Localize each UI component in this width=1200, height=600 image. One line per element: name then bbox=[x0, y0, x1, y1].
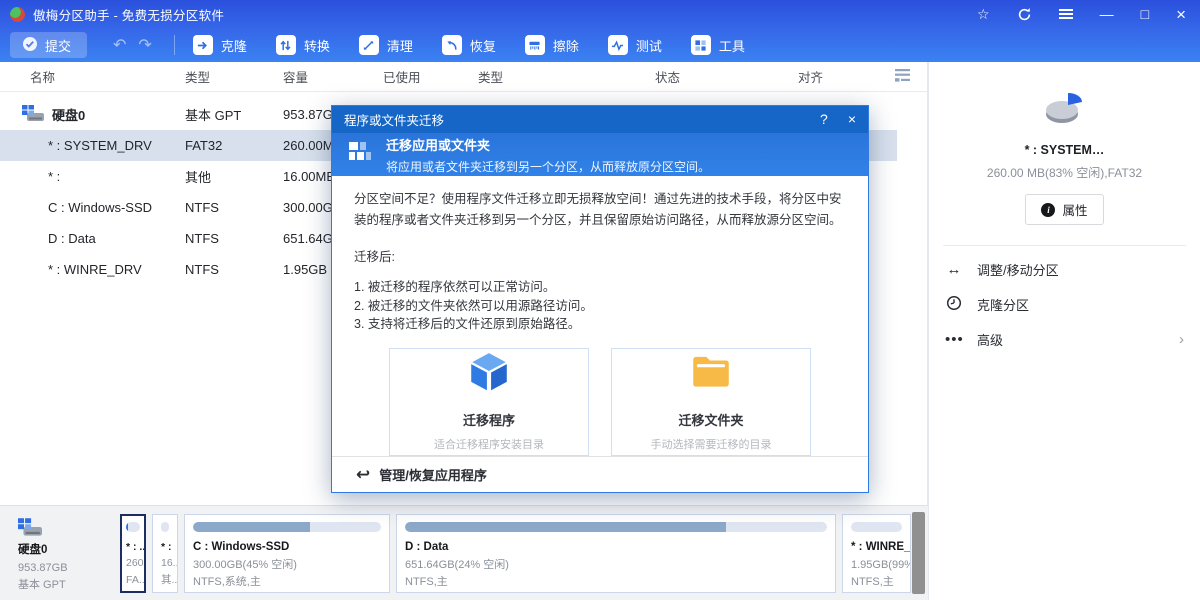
info-icon: i bbox=[1041, 203, 1055, 217]
dialog-header-subtitle: 将应用或者文件夹迁移到另一个分区，从而释放原分区空间。 bbox=[386, 158, 710, 175]
resize-move-icon: ↔ bbox=[945, 261, 963, 278]
manage-restore-apps-link[interactable]: 管理/恢复应用程序 bbox=[379, 465, 487, 484]
favorite-star-icon[interactable]: ☆ bbox=[977, 7, 990, 21]
list-view-icon[interactable] bbox=[895, 69, 910, 85]
dialog-help-button[interactable]: ? bbox=[820, 111, 828, 127]
app-window: 傲梅分区助手 - 免费无损分区软件 ☆ — □ × 提交 ↶ ↷ bbox=[0, 0, 1200, 600]
app-migration-dialog: 程序或文件夹迁移 ? × 迁移应用或文件夹 将应用或者文件夹迁移到另一个分区，从… bbox=[331, 105, 869, 493]
disk-map-partition-d[interactable]: D : Data 651.64GB(24% 空闲) NTFS,主 bbox=[396, 514, 836, 593]
app-title: 傲梅分区助手 - 免费无损分区软件 bbox=[33, 5, 224, 24]
chevron-right-icon: › bbox=[1179, 331, 1184, 348]
header-name[interactable]: 名称 bbox=[0, 67, 185, 86]
disk-map-partition-reserved[interactable]: * : 16... 其... bbox=[152, 514, 178, 593]
header-type2[interactable]: 类型 bbox=[478, 67, 655, 86]
toolbar-item-tools[interactable]: 工具 bbox=[691, 35, 745, 55]
dialog-footer: ↩ 管理/恢复应用程序 bbox=[332, 456, 868, 492]
dialog-title: 程序或文件夹迁移 bbox=[344, 110, 444, 129]
toolbar: 提交 ↶ ↷ 克隆 转换 清理 bbox=[0, 28, 1200, 62]
undo-icon[interactable]: ↶ bbox=[113, 35, 126, 55]
back-arrow-icon: ↩ bbox=[356, 466, 370, 483]
disk-map-disk0[interactable]: 硬盘0 953.87GB 基本 GPT bbox=[10, 514, 114, 593]
close-button[interactable]: × bbox=[1176, 6, 1186, 23]
disk-map-partition-system[interactable]: * : ... 260... FA... bbox=[120, 514, 146, 593]
dialog-intro-text: 分区空间不足？使用程序文件迁移立即无损释放空间！通过先进的技术手段，将分区中安装… bbox=[354, 189, 846, 231]
sidebar-item-advanced[interactable]: ••• 高级 › bbox=[929, 322, 1200, 357]
menu-icon[interactable] bbox=[1059, 9, 1073, 19]
dialog-point-1: 1. 被迁移的程序依然可以正常访问。 bbox=[354, 278, 846, 296]
disk-map-partition-winre[interactable]: * : WINRE_... 1.95GB(99%... NTFS,主 bbox=[842, 514, 911, 593]
app-logo-icon bbox=[10, 7, 25, 22]
selected-partition-info: 260.00 MB(83% 空闲),FAT32 bbox=[929, 164, 1200, 181]
sidebar-item-resize-move[interactable]: ↔ 调整/移动分区 bbox=[929, 252, 1200, 287]
disk-map-partition-c[interactable]: C : Windows-SSD 300.00GB(45% 空闲) NTFS,系统… bbox=[184, 514, 390, 593]
dialog-after-label: 迁移后: bbox=[354, 247, 846, 268]
disk-icon bbox=[18, 524, 42, 541]
maximize-button[interactable]: □ bbox=[1141, 7, 1149, 21]
migrate-folder-card[interactable]: 迁移文件夹 手动选择需要迁移的目录 bbox=[611, 348, 811, 456]
migration-icon bbox=[348, 139, 374, 170]
migrate-app-card[interactable]: 迁移程序 适合迁移程序安装目录 bbox=[389, 348, 589, 456]
header-align[interactable]: 对齐 bbox=[798, 67, 880, 86]
titlebar: 傲梅分区助手 - 免费无损分区软件 ☆ — □ × bbox=[0, 0, 1200, 28]
redo-icon[interactable]: ↷ bbox=[138, 35, 151, 55]
cube-icon bbox=[466, 349, 512, 402]
toolbar-separator bbox=[174, 35, 175, 55]
ellipsis-icon: ••• bbox=[945, 331, 963, 348]
toolbar-item-test[interactable]: 测试 bbox=[608, 35, 662, 55]
clone-icon bbox=[193, 35, 213, 55]
header-capacity[interactable]: 容量 bbox=[283, 67, 383, 86]
dialog-titlebar: 程序或文件夹迁移 ? × bbox=[332, 106, 868, 133]
disk-map-scrollbar[interactable] bbox=[912, 512, 925, 594]
dialog-body: 分区空间不足？使用程序文件迁移立即无损释放空间！通过先进的技术手段，将分区中安装… bbox=[332, 176, 868, 455]
table-header: 名称 类型 容量 已使用 类型 状态 对齐 bbox=[0, 62, 928, 92]
submit-button[interactable]: 提交 bbox=[10, 32, 87, 58]
test-icon bbox=[608, 35, 628, 55]
properties-button[interactable]: i 属性 bbox=[1025, 194, 1103, 225]
action-sidebar: * : SYSTEM… 260.00 MB(83% 空闲),FAT32 i 属性… bbox=[928, 62, 1200, 600]
header-type[interactable]: 类型 bbox=[185, 67, 283, 86]
sidebar-divider bbox=[943, 245, 1186, 246]
tools-icon bbox=[691, 35, 711, 55]
refresh-icon[interactable] bbox=[1017, 7, 1032, 22]
selected-partition-name: * : SYSTEM… bbox=[929, 143, 1200, 157]
toolbar-item-convert[interactable]: 转换 bbox=[276, 35, 330, 55]
toolbar-item-recover[interactable]: 恢复 bbox=[442, 35, 496, 55]
app-header: 傲梅分区助手 - 免费无损分区软件 ☆ — □ × 提交 ↶ ↷ bbox=[0, 0, 1200, 62]
header-used[interactable]: 已使用 bbox=[383, 67, 478, 86]
pie-chart-icon bbox=[1039, 117, 1091, 134]
toolbar-item-clean[interactable]: 清理 bbox=[359, 35, 413, 55]
dialog-close-button[interactable]: × bbox=[848, 111, 856, 127]
dialog-point-3: 3. 支持将迁移后的文件还原到原始路径。 bbox=[354, 315, 846, 333]
disk-icon bbox=[22, 105, 44, 125]
wipe-icon bbox=[525, 35, 545, 55]
folder-icon bbox=[688, 349, 734, 402]
dialog-point-2: 2. 被迁移的文件夹依然可以用源路径访问。 bbox=[354, 297, 846, 315]
convert-icon bbox=[276, 35, 296, 55]
header-status[interactable]: 状态 bbox=[655, 67, 798, 86]
dialog-header-title: 迁移应用或文件夹 bbox=[386, 135, 710, 154]
clean-icon bbox=[359, 35, 379, 55]
clone-partition-icon bbox=[945, 295, 963, 315]
minimize-button[interactable]: — bbox=[1100, 7, 1114, 21]
dialog-header: 迁移应用或文件夹 将应用或者文件夹迁移到另一个分区，从而释放原分区空间。 bbox=[332, 133, 868, 177]
toolbar-item-clone[interactable]: 克隆 bbox=[193, 35, 247, 55]
check-circle-icon bbox=[22, 36, 38, 55]
toolbar-item-wipe[interactable]: 擦除 bbox=[525, 35, 579, 55]
recover-icon bbox=[442, 35, 462, 55]
sidebar-item-clone-partition[interactable]: 克隆分区 bbox=[929, 287, 1200, 322]
disk-map-panel: 硬盘0 953.87GB 基本 GPT * : ... 260... FA...… bbox=[0, 505, 928, 600]
